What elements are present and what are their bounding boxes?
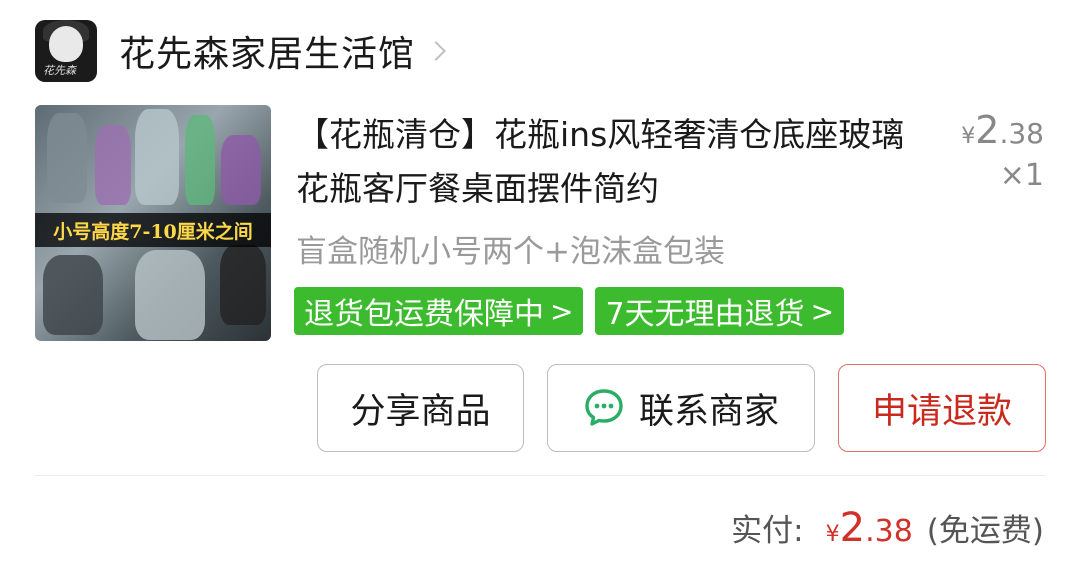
paid-label: 实付:: [731, 513, 804, 549]
shop-name[interactable]: 花先森家居生活馆: [119, 25, 415, 77]
price-decimal: .38: [999, 117, 1044, 150]
vase-shape: [220, 245, 266, 325]
product-image-banner: 小号高度7-10厘米之间: [35, 213, 271, 247]
request-refund-button[interactable]: 申请退款: [838, 364, 1046, 452]
contact-seller-button[interactable]: 联系商家: [547, 364, 815, 452]
payment-summary: 实付: ¥2.38 (免运费): [731, 505, 1044, 551]
vase-shape: [43, 255, 103, 335]
chevron-right-icon[interactable]: [426, 41, 446, 61]
avatar-face: [49, 26, 83, 62]
shop-avatar[interactable]: 花先森: [35, 20, 97, 82]
request-refund-label: 申请退款: [871, 391, 1012, 432]
share-product-button[interactable]: 分享商品: [317, 364, 524, 452]
vase-shape: [135, 250, 205, 340]
product-title[interactable]: 【花瓶清仓】花瓶ins风轻奢清仓底座玻璃花瓶客厅餐桌面摆件简约: [296, 108, 926, 216]
tag-label: 7天无理由退货: [605, 297, 805, 332]
share-product-label: 分享商品: [350, 391, 491, 432]
divider: [35, 475, 1045, 476]
product-spec: 盲盒随机小号两个+泡沫盒包装: [296, 234, 725, 270]
order-item-page: 花先森 花先森家居生活馆 小号高度7-10厘米之间 【花瓶清仓】花瓶ins风轻奢…: [0, 0, 1080, 567]
shop-header[interactable]: 花先森 花先森家居生活馆: [35, 18, 446, 84]
tag-7day-return[interactable]: 7天无理由退货 >: [595, 287, 845, 335]
paid-currency: ¥: [825, 522, 840, 547]
paid-amount: ¥2.38: [826, 505, 913, 551]
product-image[interactable]: 小号高度7-10厘米之间: [35, 105, 271, 341]
product-quantity: ×1: [999, 158, 1044, 193]
vase-shape: [47, 113, 87, 203]
order-card: 花先森 花先森家居生活馆 小号高度7-10厘米之间 【花瓶清仓】花瓶ins风轻奢…: [0, 0, 1080, 567]
contact-seller-label: 联系商家: [638, 391, 779, 432]
service-tags: 退货包运费保障中 > 7天无理由退货 >: [294, 287, 845, 335]
tag-return-shipping[interactable]: 退货包运费保障中 >: [294, 287, 584, 335]
shipping-note: (免运费): [926, 513, 1044, 549]
chevron-right-icon: >: [550, 294, 574, 328]
vase-shape: [221, 135, 261, 205]
tag-label: 退货包运费保障中: [304, 297, 544, 332]
avatar-signature: 花先森: [43, 64, 76, 77]
vase-shape: [185, 115, 215, 205]
vase-shape: [135, 109, 179, 205]
paid-integer: 2: [839, 505, 866, 551]
product-price: ¥2.38: [961, 108, 1044, 152]
price-currency: ¥: [961, 124, 976, 149]
price-integer: 2: [975, 108, 1000, 152]
chevron-right-icon: >: [810, 294, 835, 328]
chat-bubble-icon: [585, 389, 623, 426]
vase-shape: [95, 125, 131, 205]
paid-decimal: .38: [865, 514, 913, 549]
